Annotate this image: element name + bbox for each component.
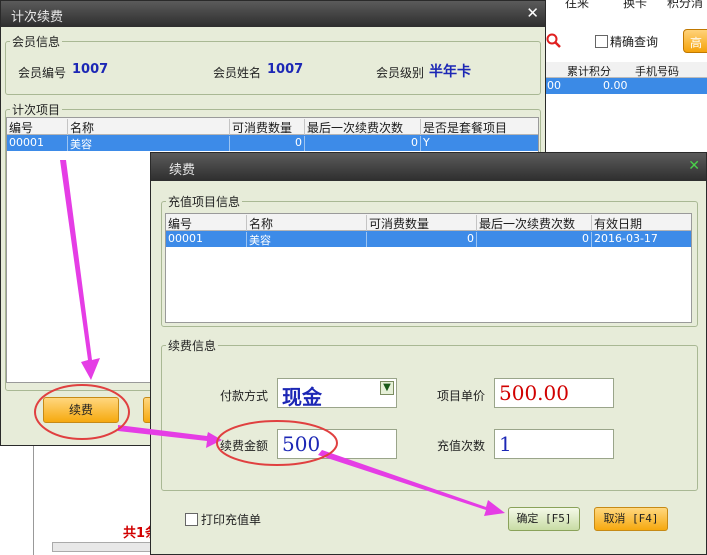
table-cell: Y (420, 136, 540, 151)
advanced-button[interactable]: 高 (683, 29, 707, 53)
column-header[interactable]: 可消费数量 (229, 119, 304, 135)
window-title: 续费 (169, 163, 196, 178)
table-cell: 0 (476, 232, 591, 247)
horizontal-scrollbar[interactable] (52, 542, 152, 552)
menu-item[interactable]: 积分消 (667, 0, 703, 11)
confirm-button[interactable]: 确定 [F5] (508, 507, 580, 531)
recharge-times-field[interactable]: 1 (494, 429, 614, 459)
column-header[interactable]: 手机号码 (635, 63, 679, 79)
member-name-value: 1007 (267, 62, 304, 77)
cancel-button[interactable]: 取消 [F4] (594, 507, 668, 531)
column-header[interactable]: 编号 (7, 119, 67, 135)
table-cell: 美容 (246, 232, 366, 247)
group-legend: 充值项目信息 (168, 195, 241, 209)
member-id-label: 会员编号 (18, 66, 67, 80)
menu-item[interactable]: 换卡 (623, 0, 647, 11)
table-row[interactable]: 00001 美容 0 0 Y (7, 135, 538, 151)
exact-query-checkbox[interactable] (595, 35, 608, 48)
payment-method-label: 付款方式 (220, 389, 269, 403)
column-header[interactable]: 最后一次续费次数 (304, 119, 420, 135)
window-title: 计次续费 (11, 10, 64, 25)
column-header[interactable]: 最后一次续费次数 (476, 215, 591, 231)
close-icon[interactable]: ✕ (688, 158, 700, 174)
recharge-times-label: 充值次数 (437, 439, 486, 453)
window-titlebar[interactable]: 计次续费 ✕ (1, 1, 545, 27)
group-legend: 续费信息 (168, 339, 217, 353)
search-icon[interactable] (546, 33, 562, 49)
table-header: 编号 名称 可消费数量 最后一次续费次数 是否是套餐项目 (7, 118, 538, 135)
table-cell: 0 (304, 136, 420, 151)
unit-price-field[interactable]: 500.00 (494, 378, 614, 408)
member-level-value: 半年卡 (429, 64, 471, 80)
column-header[interactable]: 可消费数量 (366, 215, 476, 231)
table-cell: 00001 (9, 136, 44, 149)
table-cell: 2016-03-17 (591, 232, 691, 247)
table-cell: 0 (366, 232, 476, 247)
chevron-down-icon[interactable]: ▼ (380, 381, 394, 395)
column-header[interactable]: 名称 (246, 215, 366, 231)
payment-method-select[interactable]: 现金 ▼ (277, 378, 397, 409)
menu-item[interactable]: 往来 (565, 0, 589, 11)
group-legend: 会员信息 (12, 35, 61, 49)
unit-price-label: 项目单价 (437, 389, 486, 403)
column-header[interactable]: 名称 (67, 119, 229, 135)
table-cell: 美容 (67, 136, 229, 151)
print-receipt-label: 打印充值单 (201, 513, 262, 527)
table-row[interactable]: 00001 美容 0 0 2016-03-17 (166, 231, 691, 247)
renew-amount-label: 续费金额 (220, 439, 269, 453)
member-name-label: 会员姓名 (213, 66, 262, 80)
column-header[interactable]: 有效日期 (591, 215, 691, 231)
group-legend: 计次项目 (12, 103, 61, 117)
exact-query-label: 精确查询 (610, 35, 659, 49)
background-grid-header: 累计积分 手机号码 (545, 62, 707, 78)
renew-button[interactable]: 续费 (43, 397, 119, 423)
member-id-value: 1007 (72, 62, 109, 77)
column-header[interactable]: 累计积分 (567, 63, 611, 79)
member-level-label: 会员级别 (376, 66, 425, 80)
column-header[interactable]: 编号 (166, 215, 246, 231)
table-cell: 0.00 (603, 79, 628, 92)
close-icon[interactable]: ✕ (526, 4, 539, 22)
recharge-items-table[interactable]: 编号 名称 可消费数量 最后一次续费次数 有效日期 00001 美容 0 0 2… (165, 213, 692, 323)
table-cell: 0 (229, 136, 304, 151)
table-header: 编号 名称 可消费数量 最后一次续费次数 有效日期 (166, 214, 691, 231)
window-titlebar[interactable]: 续费 ✕ (151, 153, 706, 181)
table-cell: 00001 (168, 232, 203, 245)
renew-info-group: 续费信息 (161, 337, 698, 491)
table-row[interactable]: 00 0.00 (545, 78, 707, 94)
column-header[interactable]: 是否是套餐项目 (420, 119, 540, 135)
payment-method-value: 现金 (282, 385, 322, 409)
print-receipt-checkbox[interactable] (185, 513, 198, 526)
renew-amount-field[interactable]: 500 (277, 429, 397, 459)
renew-window: 续费 ✕ 充值项目信息 编号 名称 可消费数量 最后一次续费次数 有效日期 00… (150, 152, 707, 555)
table-cell: 00 (547, 79, 561, 92)
